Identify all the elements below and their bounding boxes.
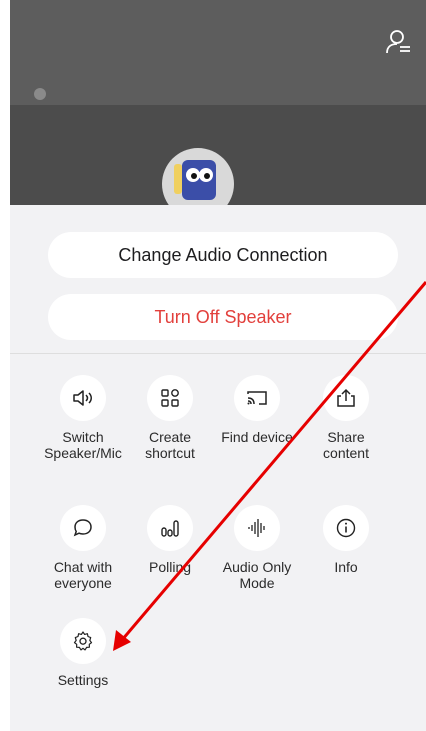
tile-label: Share content [323, 429, 369, 461]
more-options-sheet: Change Audio Connection Turn Off Speaker… [10, 205, 426, 731]
settings-tile[interactable]: Settings [38, 618, 128, 688]
tile-label: Find device [221, 429, 293, 445]
mic-status-icon [34, 88, 46, 100]
tile-label: Chat with everyone [53, 559, 113, 591]
info-tile[interactable]: Info [301, 505, 391, 575]
participants-icon[interactable] [384, 28, 412, 56]
meeting-screen: Change Audio Connection Turn Off Speaker… [10, 0, 426, 731]
info-icon [336, 518, 356, 538]
gear-icon [73, 631, 93, 651]
video-area [10, 0, 426, 220]
tile-label: Polling [148, 559, 192, 575]
audio-only-mode-tile[interactable]: Audio Only Mode [212, 505, 302, 591]
turn-off-speaker-button[interactable]: Turn Off Speaker [48, 294, 398, 340]
chat-with-everyone-tile[interactable]: Chat with everyone [38, 505, 128, 591]
polling-icon [161, 520, 179, 537]
cast-icon [247, 391, 267, 405]
create-shortcut-tile[interactable]: Create shortcut [125, 375, 215, 461]
tile-label: Info [334, 559, 358, 575]
polling-tile[interactable]: Polling [125, 505, 215, 575]
tile-label: Audio Only Mode [222, 559, 292, 591]
divider [10, 353, 426, 354]
share-content-tile[interactable]: Share content [301, 375, 391, 461]
tile-label: Settings [57, 672, 109, 688]
find-device-tile[interactable]: Find device [212, 375, 302, 445]
change-audio-connection-button[interactable]: Change Audio Connection [48, 232, 398, 278]
tile-label: Create shortcut [145, 429, 195, 461]
switch-speaker-mic-tile[interactable]: Switch Speaker/Mic [38, 375, 128, 461]
chat-bubble-icon [73, 519, 92, 537]
shortcut-grid-icon [161, 389, 179, 407]
speaker-icon [73, 390, 92, 406]
share-upload-icon [337, 388, 355, 407]
tile-label: Switch Speaker/Mic [44, 429, 122, 461]
audio-wave-icon [248, 519, 265, 537]
